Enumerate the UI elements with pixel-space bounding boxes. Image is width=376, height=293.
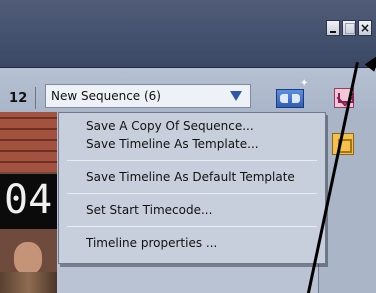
snap-right-icon	[292, 94, 300, 103]
video-crowd	[0, 272, 57, 293]
sparkle-icon: ✦	[300, 78, 309, 89]
snap-icon[interactable]	[276, 89, 304, 108]
app-window: × 12 New Sequence (6) ✦ 04 Save A Copy O…	[0, 0, 376, 293]
video-person	[14, 242, 42, 274]
menu-item-save-template[interactable]: Save Timeline As Template...	[59, 135, 325, 153]
menu-item-set-start-timecode[interactable]: Set Start Timecode...	[59, 201, 325, 219]
menu-item-save-copy[interactable]: Save A Copy Of Sequence...	[59, 117, 325, 135]
video-background	[0, 112, 57, 172]
close-button[interactable]: ×	[358, 20, 372, 36]
menu-separator	[67, 226, 317, 227]
minimize-button[interactable]	[326, 20, 340, 36]
toolbar-divider	[35, 87, 36, 109]
menu-item-save-default-template[interactable]: Save Timeline As Default Template	[59, 168, 325, 186]
menu-separator	[67, 193, 317, 194]
timeline-context-menu: Save A Copy Of Sequence... Save Timeline…	[58, 112, 326, 264]
video-preview: 04	[0, 112, 57, 293]
snap-left-icon	[280, 94, 288, 103]
timecode-display: 12	[9, 91, 28, 106]
menu-item-timeline-properties[interactable]: Timeline properties ...	[59, 234, 325, 252]
sequence-dropdown[interactable]: New Sequence (6)	[45, 84, 251, 108]
maximize-button[interactable]	[342, 20, 356, 36]
video-overlay-digits: 04	[4, 177, 53, 223]
timeline-toolbar: 12 New Sequence (6) ✦	[0, 68, 376, 112]
title-bar: ×	[0, 0, 376, 68]
menu-separator	[67, 160, 317, 161]
sequence-dropdown-value: New Sequence (6)	[51, 89, 161, 103]
chevron-down-icon[interactable]	[230, 91, 242, 101]
